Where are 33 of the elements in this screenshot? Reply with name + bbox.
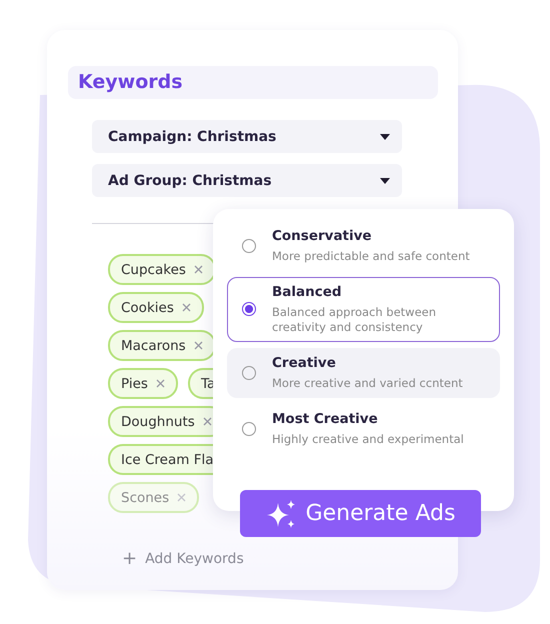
radio-button[interactable] <box>242 302 256 316</box>
generate-ads-button[interactable]: Generate Ads <box>240 490 481 537</box>
radio-button[interactable] <box>242 422 256 436</box>
option-item[interactable]: Balanced Balanced approach between creativity and consistency <box>227 276 500 342</box>
keyword-chip[interactable]: Cupcakes <box>108 254 216 285</box>
close-icon[interactable] <box>202 417 212 426</box>
radio-button[interactable] <box>242 238 256 253</box>
close-icon[interactable] <box>182 303 191 312</box>
close-icon[interactable] <box>194 265 203 274</box>
dropdown[interactable]: Ad Group: Christmas <box>92 164 402 197</box>
close-icon[interactable] <box>156 379 165 388</box>
option-description: More predictable and safe content <box>272 249 470 264</box>
option-description: More creative and varied ccntent <box>272 376 463 391</box>
option-description: Balanced approach between creativity and consistency <box>272 304 438 335</box>
caret-icon <box>380 134 390 140</box>
option-title: Creative <box>272 354 337 371</box>
panel-title: Keywords <box>68 66 438 99</box>
option-item[interactable]: Conservative More predictable and safe content <box>227 221 500 271</box>
radio-button[interactable] <box>242 366 256 380</box>
close-icon[interactable] <box>194 341 203 350</box>
keyword-chip[interactable]: Macarons <box>108 330 216 361</box>
option-title: Balanced <box>272 284 343 300</box>
keyword-chip[interactable]: Ice Cream Fla <box>108 444 214 475</box>
option-description: Highly creative and experimental <box>272 432 464 447</box>
caret-icon <box>380 178 390 184</box>
dropdown[interactable]: Campaign: Christmas <box>92 120 402 153</box>
close-icon[interactable] <box>177 493 186 502</box>
keyword-chip[interactable]: Pies <box>108 368 178 399</box>
keyword-chip[interactable]: Cookies <box>108 292 204 323</box>
option-item[interactable]: Most Creative Highly creative and experimental <box>227 404 500 454</box>
option-title: Most Creative <box>272 410 379 427</box>
option-item[interactable]: Creative More creative and varied ccntent <box>227 348 500 398</box>
option-title: Conservative <box>272 228 373 244</box>
